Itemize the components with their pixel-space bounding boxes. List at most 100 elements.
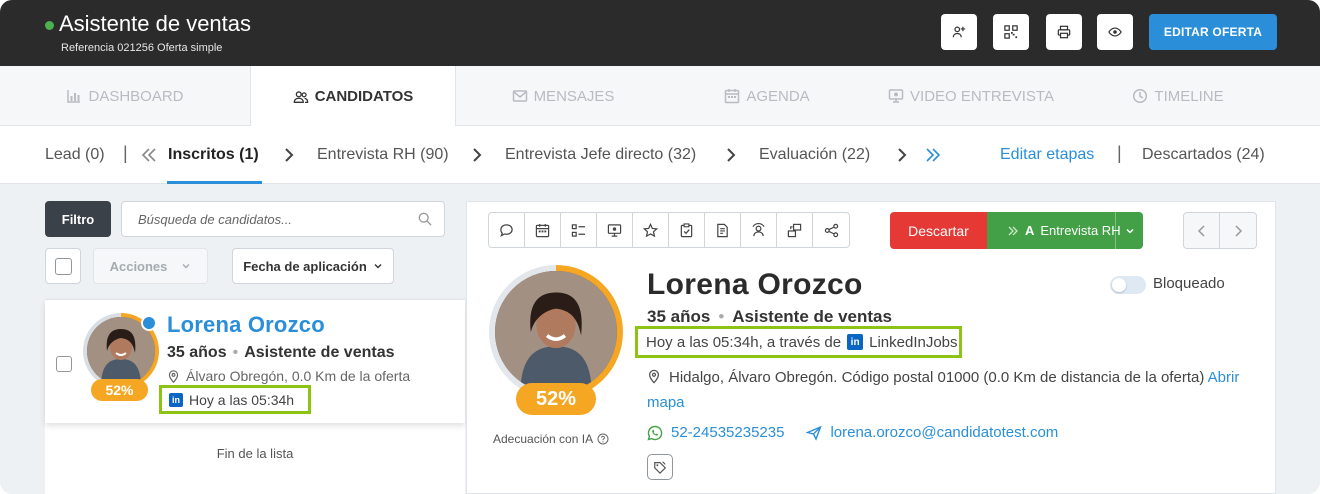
next-candidate-button[interactable] bbox=[1220, 213, 1256, 248]
tab-dashboard[interactable]: DASHBOARD bbox=[0, 66, 250, 126]
match-badge: 52% bbox=[91, 379, 148, 401]
chevron-left-icon bbox=[1197, 224, 1205, 237]
stage-entrevista-jefe[interactable]: Entrevista Jefe directo (32) bbox=[505, 126, 696, 184]
ai-assessment-button[interactable] bbox=[741, 213, 777, 247]
main-tabs: DASHBOARD CANDIDATOS MENSAJES AGENDA VID… bbox=[0, 66, 1320, 127]
portrait-image bbox=[495, 271, 617, 393]
favorite-button[interactable] bbox=[633, 213, 669, 247]
previous-candidate-button[interactable] bbox=[1184, 213, 1220, 248]
candidate-position: Asistente de ventas bbox=[244, 344, 395, 361]
candidate-search bbox=[121, 201, 445, 237]
candidate-toolbar bbox=[488, 212, 850, 248]
tab-video-entrevista-label: VIDEO ENTREVISTA bbox=[910, 87, 1054, 105]
stage-lead[interactable]: Lead (0) bbox=[45, 126, 105, 184]
meta-separator: • bbox=[718, 307, 725, 326]
search-icon[interactable] bbox=[418, 212, 432, 226]
sort-dropdown[interactable]: Fecha de aplicación bbox=[232, 248, 394, 284]
stage-descartados[interactable]: Descartados (24) bbox=[1142, 126, 1265, 184]
active-stage-indicator bbox=[167, 181, 262, 184]
video-icon bbox=[888, 89, 904, 103]
tab-video-entrevista[interactable]: VIDEO ENTREVISTA bbox=[864, 66, 1078, 126]
checklist-icon bbox=[571, 223, 586, 237]
checklist-button[interactable] bbox=[561, 213, 597, 247]
candidate-location: Álvaro Obregón, 0.0 Km de la oferta bbox=[167, 368, 410, 384]
send-icon bbox=[806, 425, 823, 441]
email-link[interactable]: lorena.orozco@candidatotest.com bbox=[830, 424, 1058, 441]
candidate-list: 52% Lorena Orozco 35 años • Asistente de v… bbox=[45, 299, 465, 494]
star-icon bbox=[643, 222, 658, 237]
source-name: LinkedInJobs bbox=[869, 333, 958, 351]
tab-candidatos[interactable]: CANDIDATOS bbox=[250, 66, 456, 127]
share-button[interactable] bbox=[813, 213, 849, 247]
tab-timeline[interactable]: TIMELINE bbox=[1078, 66, 1278, 126]
eye-icon bbox=[1108, 27, 1122, 37]
double-chevron-right-icon[interactable] bbox=[923, 145, 943, 165]
document-button[interactable] bbox=[705, 213, 741, 247]
discard-button[interactable]: Descartar bbox=[890, 212, 987, 249]
chevron-right-icon bbox=[285, 148, 294, 162]
block-toggle[interactable] bbox=[1110, 276, 1146, 294]
double-chevron-right-icon bbox=[1008, 226, 1018, 235]
applied-time: Hoy a las 05:34h bbox=[189, 391, 295, 408]
double-chevron-left-icon[interactable] bbox=[139, 145, 159, 165]
select-all-checkbox[interactable] bbox=[45, 248, 81, 284]
candidate-name: Lorena Orozco bbox=[647, 268, 863, 301]
search-input[interactable] bbox=[122, 202, 412, 236]
video-interview-button[interactable] bbox=[597, 213, 633, 247]
advance-prefix: A bbox=[1025, 223, 1035, 238]
list-item[interactable]: 52% Lorena Orozco 35 años • Asistente de v… bbox=[45, 299, 465, 423]
chevron-right-icon bbox=[898, 148, 907, 162]
chevron-down-icon bbox=[182, 264, 190, 269]
ai-icon bbox=[752, 222, 765, 236]
preview-button[interactable] bbox=[1097, 14, 1133, 50]
tab-candidatos-label: CANDIDATOS bbox=[314, 88, 414, 105]
advance-dropdown-toggle[interactable] bbox=[1115, 212, 1143, 249]
evaluation-button[interactable] bbox=[669, 213, 705, 247]
advance-stage-button[interactable]: A Entrevista RH bbox=[987, 212, 1143, 249]
chevron-right-icon bbox=[473, 148, 482, 162]
schedule-button[interactable] bbox=[525, 213, 561, 247]
stage-evaluacion[interactable]: Evaluación (22) bbox=[759, 126, 870, 184]
stage-divider: | bbox=[1117, 143, 1122, 163]
sort-label: Fecha de aplicación bbox=[243, 258, 367, 274]
envelope-icon bbox=[512, 90, 527, 102]
filter-button[interactable]: Filtro bbox=[45, 201, 111, 237]
tab-dashboard-label: DASHBOARD bbox=[88, 87, 184, 105]
calendar-icon bbox=[535, 223, 550, 237]
actions-dropdown[interactable]: Acciones bbox=[93, 248, 208, 284]
share-screen-button[interactable] bbox=[777, 213, 813, 247]
toggle-knob bbox=[1112, 278, 1126, 292]
avatar bbox=[489, 265, 623, 399]
offer-title: Asistente de ventas bbox=[59, 11, 252, 36]
match-badge: 52% bbox=[516, 383, 596, 415]
tag-icon bbox=[654, 461, 667, 474]
chat-button[interactable] bbox=[489, 213, 525, 247]
add-user-button[interactable] bbox=[941, 14, 977, 50]
candidate-checkbox[interactable] bbox=[56, 356, 72, 372]
tab-agenda-label: AGENDA bbox=[746, 87, 810, 105]
edit-stages-link[interactable]: Editar etapas bbox=[1000, 126, 1094, 184]
qr-code-button[interactable] bbox=[993, 14, 1029, 50]
candidate-name[interactable]: Lorena Orozco bbox=[167, 312, 325, 338]
print-button[interactable] bbox=[1046, 14, 1082, 50]
share-screen-icon bbox=[787, 223, 802, 237]
tab-agenda[interactable]: AGENDA bbox=[670, 66, 864, 126]
meta-separator: • bbox=[232, 344, 239, 361]
linkedin-icon: in bbox=[847, 334, 864, 350]
phone-link[interactable]: 52-24535235235 bbox=[671, 424, 784, 441]
stage-inscritos[interactable]: Inscritos (1) bbox=[168, 126, 259, 184]
add-tag-button[interactable] bbox=[647, 454, 673, 480]
stage-entrevista-rh[interactable]: Entrevista RH (90) bbox=[317, 126, 449, 184]
offer-subtitle: Referencia 021256 Oferta simple bbox=[61, 42, 223, 54]
edit-offer-button[interactable]: EDITAR OFERTA bbox=[1149, 14, 1277, 50]
stage-divider: | bbox=[123, 143, 128, 163]
candidate-age: 35 años bbox=[647, 307, 711, 326]
whatsapp-icon bbox=[647, 425, 663, 441]
tab-mensajes-label: MENSAJES bbox=[533, 87, 615, 105]
help-icon[interactable] bbox=[597, 433, 609, 445]
chevron-right-icon bbox=[727, 148, 736, 162]
checkbox-box bbox=[55, 258, 72, 275]
candidate-age: 35 años bbox=[167, 344, 227, 361]
tab-mensajes[interactable]: MENSAJES bbox=[456, 66, 670, 126]
share-icon bbox=[824, 223, 838, 237]
